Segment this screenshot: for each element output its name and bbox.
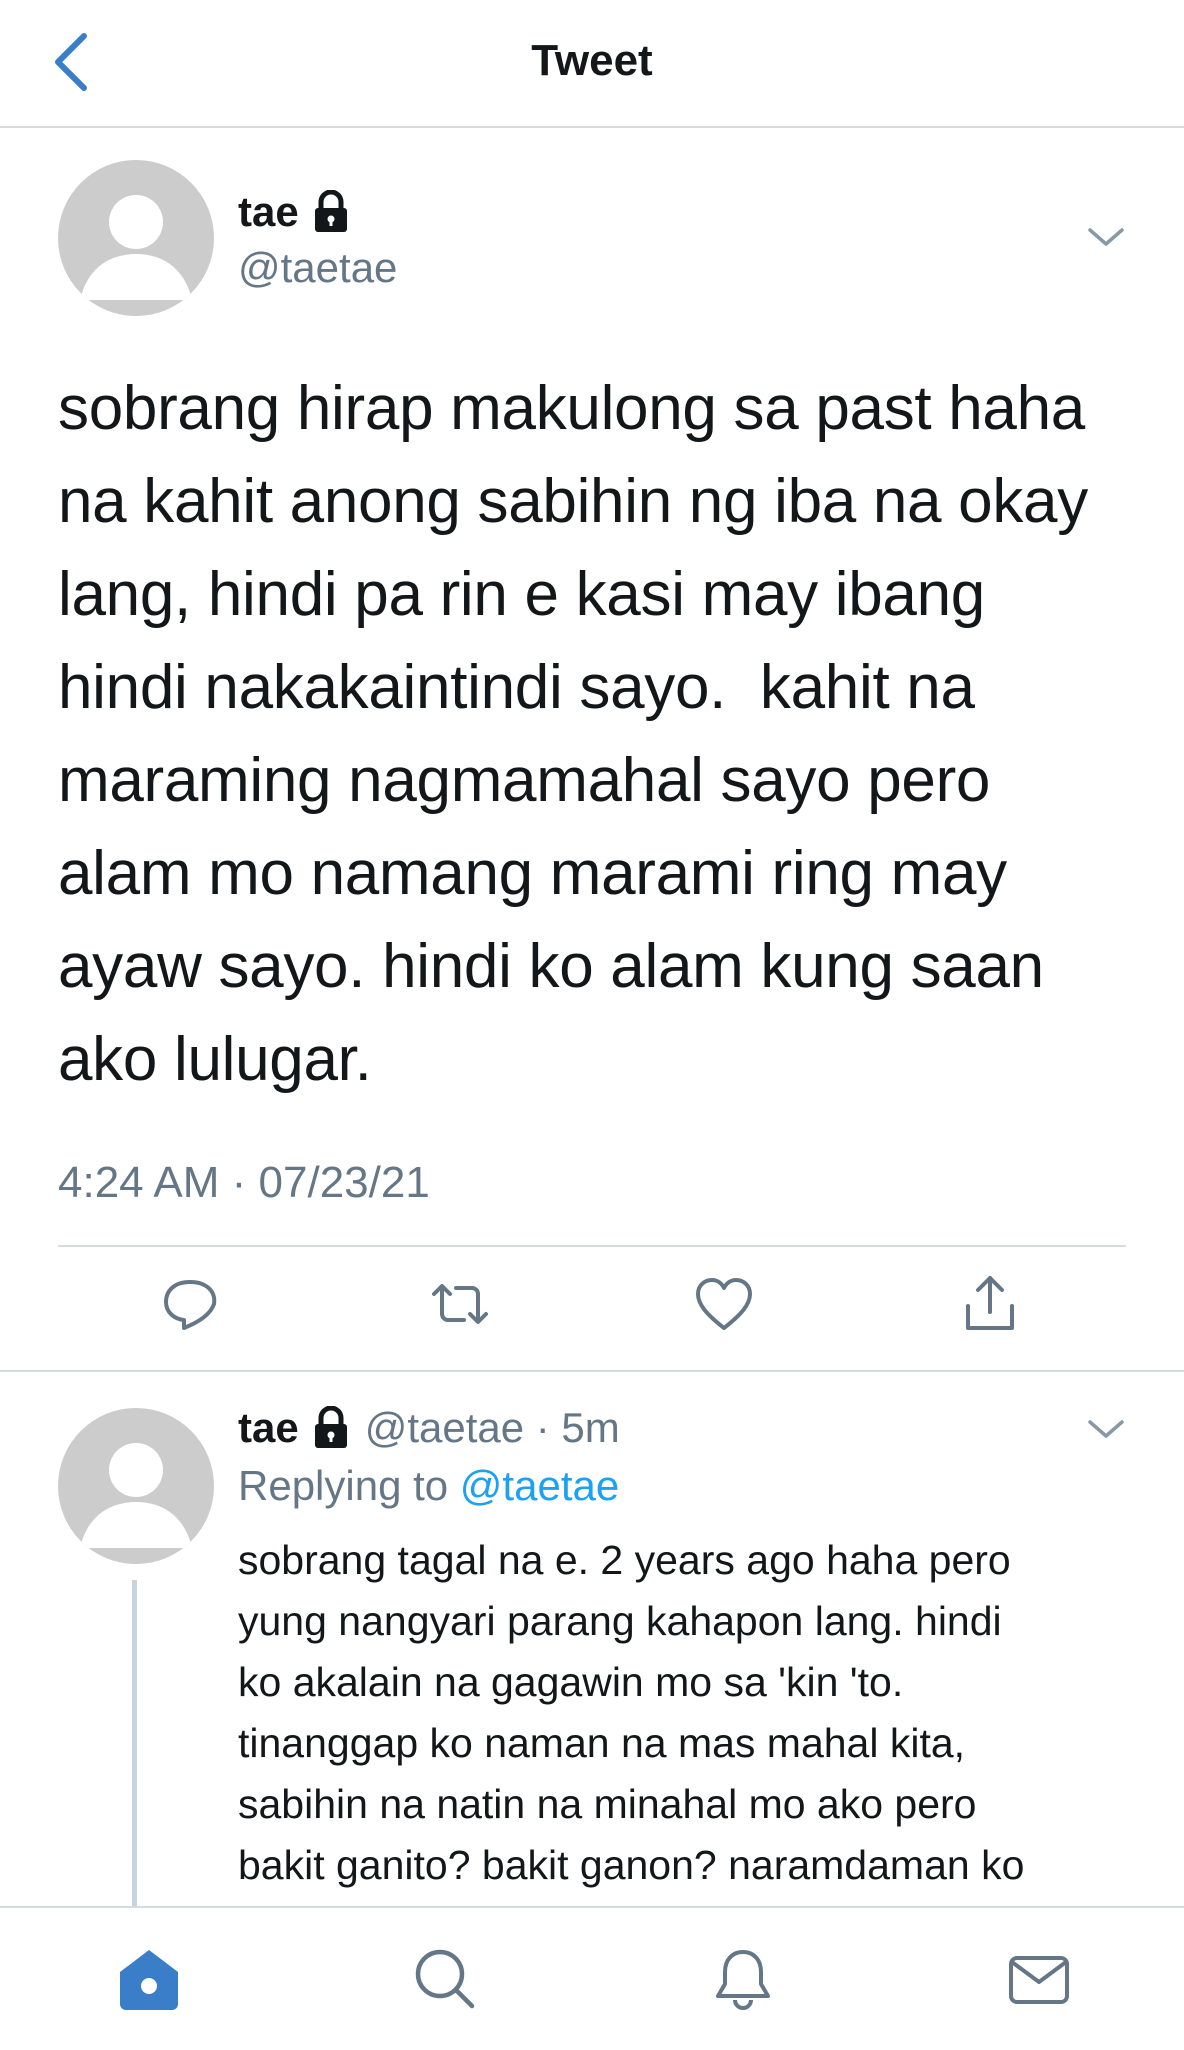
- like-button[interactable]: [692, 1272, 756, 1336]
- chevron-down-icon: [1088, 228, 1124, 246]
- share-button[interactable]: [958, 1272, 1022, 1336]
- thread-connector-line: [132, 1580, 137, 1910]
- reply-icon: [164, 1280, 217, 1330]
- bottom-tab-bar: [0, 1906, 1184, 2050]
- default-avatar-icon: [58, 160, 214, 316]
- avatar[interactable]: [58, 160, 214, 316]
- tweet-timestamp[interactable]: 4:24 AM · 07/23/21: [58, 1158, 430, 1208]
- tab-messages[interactable]: [1006, 1946, 1072, 2012]
- tab-notifications[interactable]: [710, 1946, 776, 2012]
- chevron-down-icon: [1088, 1420, 1124, 1438]
- like-icon: [696, 1278, 752, 1330]
- share-icon: [966, 1276, 1014, 1330]
- retweet-button[interactable]: [428, 1272, 492, 1336]
- lock-icon: [311, 189, 351, 234]
- reply-handle-time: @taetae · 5m: [364, 1404, 620, 1451]
- reply-text-line: sabihin na natin na minahal mo ako pero: [238, 1781, 977, 1827]
- reply-button[interactable]: [158, 1272, 222, 1336]
- tweet-text-line: hindi nakakaintindi sayo. kahit na: [58, 653, 975, 722]
- home-icon: [120, 1950, 178, 2010]
- tweet-text-line: ako lulugar.: [58, 1025, 372, 1094]
- tweet-text-line: na kahit anong sabihin ng iba na okay: [58, 467, 1088, 536]
- reply-text-line: bakit ganito? bakit ganon? naramdaman ko: [238, 1842, 1025, 1888]
- tweet-text-line: sobrang hirap makulong sa past haha: [58, 374, 1085, 443]
- reply-author-row: tae @taetae · 5m: [238, 1404, 620, 1452]
- tweet-text-line: lang, hindi pa rin e kasi may ibang: [58, 560, 985, 629]
- author-display-name: tae: [238, 188, 299, 235]
- reply-text-line: tinanggap ko naman na mas mahal kita,: [238, 1720, 966, 1766]
- retweet-icon: [432, 1284, 488, 1324]
- reply-text-line: sobrang tagal na e. 2 years ago haha per…: [238, 1537, 1011, 1583]
- search-icon: [415, 1949, 475, 2009]
- tab-search[interactable]: [412, 1946, 478, 2012]
- reply-text-line: yung nangyari parang kahapon lang. hindi: [238, 1598, 1002, 1644]
- reply-avatar[interactable]: [58, 1408, 214, 1564]
- tweet-text-line: ayaw sayo. hindi ko alam kung saan: [58, 932, 1044, 1001]
- page-title: Tweet: [531, 36, 653, 85]
- top-nav-bar: Tweet: [0, 0, 1184, 128]
- reply-options-button[interactable]: [1086, 1414, 1126, 1444]
- replying-to: Replying to @taetae: [238, 1462, 619, 1510]
- tweet-text: sobrang hirap makulong sa past haha na k…: [58, 362, 1118, 1106]
- notifications-icon: [716, 1950, 770, 2010]
- author-name-row: tae: [238, 188, 351, 236]
- reply-text-line: ko akalain na gagawin mo sa 'kin 'to.: [238, 1659, 904, 1705]
- reply-text: sobrang tagal na e. 2 years ago haha per…: [238, 1530, 1138, 1896]
- tweet-text-line: maraming nagmamahal sayo pero: [58, 746, 991, 815]
- replying-to-label: Replying to: [238, 1462, 460, 1509]
- divider: [58, 1245, 1126, 1247]
- replying-to-handle-link[interactable]: @taetae: [460, 1462, 619, 1509]
- default-avatar-icon: [58, 1408, 214, 1564]
- tweet-options-button[interactable]: [1086, 222, 1126, 252]
- tab-home[interactable]: [116, 1946, 182, 2012]
- lock-icon: [311, 1405, 351, 1450]
- author-handle: @taetae: [238, 244, 398, 291]
- section-divider: [0, 1370, 1184, 1372]
- reply-author-name: tae: [238, 1404, 299, 1451]
- messages-icon: [1009, 1956, 1069, 2004]
- tweet-text-line: alam mo namang marami ring may: [58, 839, 1007, 908]
